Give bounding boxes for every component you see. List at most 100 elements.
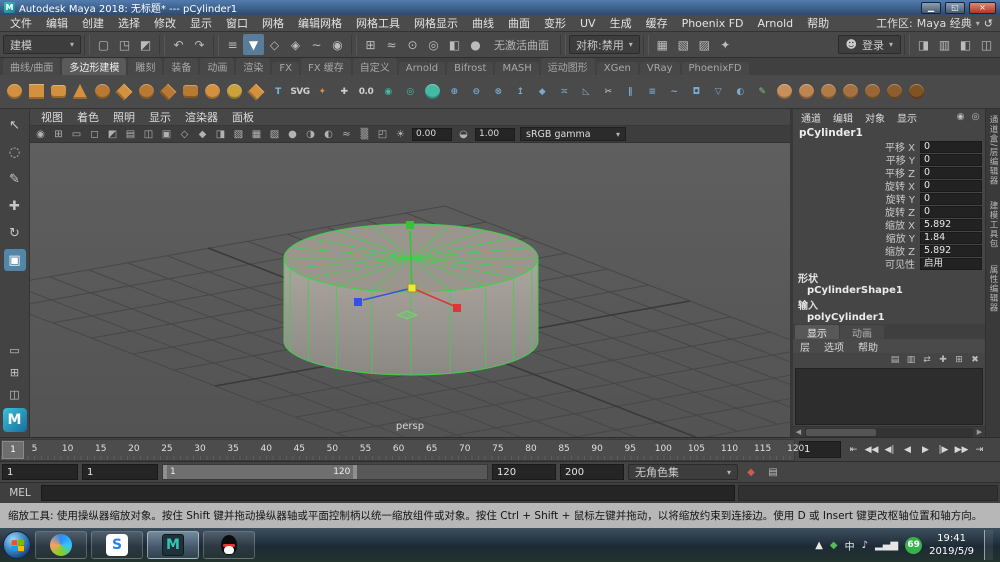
move-tool-icon[interactable]: ✚ [4,195,26,217]
type-tool-icon[interactable]: T [267,77,289,107]
channel-attribute-value[interactable]: 0 [920,192,982,205]
close-button[interactable]: × [969,1,996,14]
panel-menu-item[interactable]: 视图 [34,109,70,125]
delete-layer-icon[interactable]: ✖ [968,354,982,366]
shelf-tab[interactable]: 渲染 [236,58,271,75]
svg-tool-icon[interactable]: SVG [289,77,311,107]
poly-torus-icon[interactable] [91,77,113,107]
create-empty-layer-icon[interactable]: ✚ [936,354,950,366]
isolate-select-icon[interactable]: ◨ [212,127,229,142]
menu-item[interactable]: 网格 [255,15,291,31]
xray-icon[interactable]: ▧ [230,127,247,142]
insert-edge-loop-icon[interactable]: ∥ [619,77,641,107]
fill-hole-icon[interactable]: ◘ [685,77,707,107]
snap-curve-icon[interactable]: ≈ [381,34,402,55]
poly-plane-icon[interactable] [113,77,135,107]
animation-preferences-icon[interactable]: ▤ [764,464,782,480]
shelf-tab[interactable]: 动画 [200,58,235,75]
select-mesh-mask-icon[interactable]: ◈ [285,34,306,55]
poly-gear-icon[interactable] [223,77,245,107]
viewport-scene[interactable] [30,143,790,437]
poly-cylinder-icon[interactable] [47,77,69,107]
snap-grid-icon[interactable]: ⊞ [360,34,381,55]
shelf-tab[interactable]: FX [272,62,299,75]
command-input[interactable] [41,485,735,501]
render-current-frame-icon[interactable]: ▧ [673,34,694,55]
channel-attribute-value[interactable]: 启用 [920,257,982,270]
play-forward-button[interactable]: ▶ [917,441,934,458]
current-frame-marker[interactable]: 1 [2,440,24,459]
grid-toggle-icon[interactable]: ⊞ [50,127,67,142]
poly-helix-icon[interactable] [201,77,223,107]
panel-menu-item[interactable]: 着色 [70,109,106,125]
poly-pipe-icon[interactable] [179,77,201,107]
menu-item[interactable]: 选择 [111,15,147,31]
menu-item[interactable]: 曲线 [465,15,501,31]
layer-playback-mode-icon[interactable]: ▥ [904,354,918,366]
ipr-render-icon[interactable]: ▨ [694,34,715,55]
boolean-intersection-icon[interactable]: ⊗ [487,77,509,107]
separate-icon[interactable]: ◎ [399,77,421,107]
channel-hyperbolic-icon[interactable]: ◎ [968,110,983,124]
shelf-tab[interactable]: PhoenixFD [681,62,749,75]
channel-attribute-value[interactable]: 0 [920,205,982,218]
tray-volume-icon[interactable]: ♪ [862,540,868,551]
step-forward-frame-button[interactable]: |▶ [935,441,952,458]
toolbar-separator[interactable] [84,34,90,55]
rotate-tool-icon[interactable]: ↻ [4,222,26,244]
menu-set-dropdown[interactable]: 建模 ▾ [3,35,81,54]
snap-view-plane-icon[interactable]: ◧ [444,34,465,55]
fog-display-icon[interactable]: ▒ [356,127,373,142]
channel-attribute-value[interactable]: 0 [920,153,982,166]
select-tool-icon[interactable]: ↖ [4,114,26,136]
layer-list[interactable] [795,368,983,425]
layer-editor-menu-item[interactable]: 选项 [817,339,851,354]
resolution-gate-icon[interactable]: ◻ [86,127,103,142]
ambient-occlusion-icon[interactable]: ◐ [320,127,337,142]
frame-selection-icon[interactable]: ◆ [194,127,211,142]
locator-icon[interactable]: ✚ [333,77,355,107]
menu-item[interactable]: 文件 [3,15,39,31]
channel-box-menu-item[interactable]: 对象 [859,110,891,125]
symmetry-dropdown[interactable]: 对称:禁用 ▾ [569,35,640,54]
boolean-difference-icon[interactable]: ⊖ [465,77,487,107]
shelf-tab[interactable]: 运动图形 [540,58,595,75]
channel-box-menu-item[interactable]: 显示 [891,110,923,125]
auto-keyframe-icon[interactable]: ◆ [742,464,760,480]
channel-box-menu-item[interactable]: 编辑 [827,110,859,125]
motion-blur-icon[interactable]: ≈ [338,127,355,142]
panel-menu-item[interactable]: 照明 [106,109,142,125]
playback-end-field[interactable]: 120 [492,464,556,480]
shelf-tab[interactable]: 自定义 [352,58,397,75]
flatten-sculpt-icon[interactable] [883,77,905,107]
layer-transfer-icon[interactable]: ⇄ [920,354,934,366]
menu-item[interactable]: Phoenix FD [675,17,751,30]
shelf-tab[interactable]: Arnold [398,62,446,75]
gpu-cache-icon[interactable]: ◰ [374,127,391,142]
tray-score-badge[interactable]: 69 [905,536,923,554]
poly-cone-icon[interactable] [69,77,91,107]
select-hierarchy-icon[interactable]: ≡ [222,34,243,55]
menu-item[interactable]: 编辑网格 [291,15,349,31]
boolean-union-icon[interactable]: ⊕ [443,77,465,107]
shelf-tab[interactable]: 雕刻 [128,58,163,75]
bevel-icon[interactable]: ◆ [531,77,553,107]
channel-attribute-value[interactable]: 0 [920,140,982,153]
menu-item[interactable]: 网格工具 [349,15,407,31]
viewport-3d[interactable]: persp [30,143,790,437]
show-desktop-button[interactable] [984,530,993,560]
menu-item[interactable]: 网格显示 [407,15,465,31]
view-transform-dropdown[interactable]: sRGB gamma ▾ [520,127,626,141]
workspace-reset-icon[interactable]: ↺ [984,17,993,30]
bulge-sculpt-icon[interactable] [905,77,927,107]
scale-z-handle[interactable] [354,298,362,306]
scroll-left-icon[interactable]: ◀ [793,427,804,438]
menu-item[interactable]: 编辑 [39,15,75,31]
layer-editor-tab[interactable]: 动画 [840,325,884,340]
layer-normal-mode-icon[interactable]: ▤ [888,354,902,366]
safe-title-icon[interactable]: ▣ [158,127,175,142]
create-layer-from-selected-icon[interactable]: ⊞ [952,354,966,366]
menu-item[interactable]: 修改 [147,15,183,31]
menu-item[interactable]: 显示 [183,15,219,31]
channel-box-scrollbar[interactable]: ◀ ▶ [793,426,985,437]
